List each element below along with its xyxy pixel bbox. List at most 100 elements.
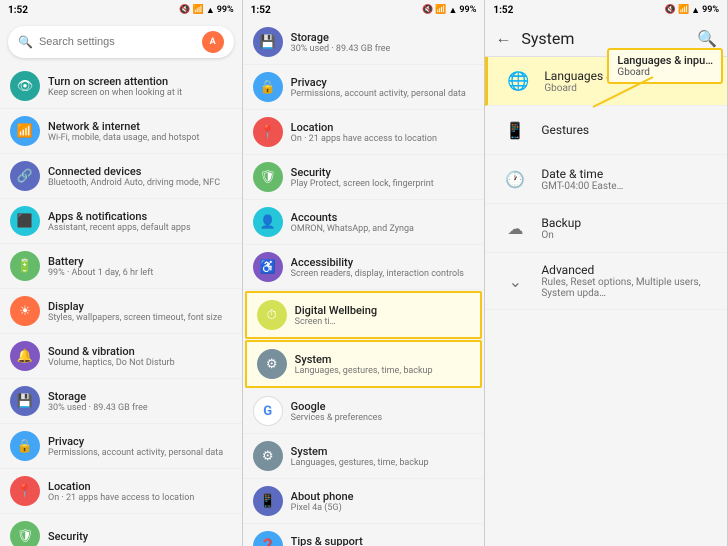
- setting-item-apps[interactable]: ⬛ Apps & notifications Assistant, recent…: [0, 199, 242, 244]
- title-screen-attention: Turn on screen attention: [48, 75, 232, 88]
- setting-item2-privacy2[interactable]: 🔒 Privacy Permissions, account activity,…: [243, 65, 485, 110]
- icon2-location2: 📍: [253, 117, 283, 147]
- status-bar-1: 1:52 🔇 📶 ▲ 99%: [0, 0, 242, 20]
- subtitle-storage: 30% used · 89.43 GB free: [48, 403, 232, 413]
- setting-item-screen-attention[interactable]: 👁 Turn on screen attention Keep screen o…: [0, 64, 242, 109]
- setting-item-display[interactable]: ☀ Display Styles, wallpapers, screen tim…: [0, 289, 242, 334]
- subtitle2-google: Services & preferences: [291, 413, 475, 423]
- subtitle-battery: 99% · About 1 day, 6 hr left: [48, 268, 232, 278]
- signal-icon-2: 📶: [435, 5, 446, 15]
- setting-item-connected-devices[interactable]: 🔗 Connected devices Bluetooth, Android A…: [0, 154, 242, 199]
- system-title-gestures: Gestures: [541, 123, 711, 137]
- text2-privacy2: Privacy Permissions, account activity, p…: [291, 76, 475, 99]
- system-list: 🌐 Languages & input Gboard 📱 Gestures 🕐 …: [485, 57, 727, 546]
- title2-security2: Security: [291, 166, 475, 179]
- system-item-languages[interactable]: 🌐 Languages & input Gboard: [485, 57, 727, 106]
- back-button[interactable]: ←: [495, 28, 511, 48]
- panel-3: 1:52 🔇 📶 ▲ 99% ← System 🔍 🌐 Languages & …: [485, 0, 728, 546]
- system-subtitle-datetime: GMT-04:00 Easte…: [541, 181, 711, 192]
- battery-icon-2: 99%: [459, 5, 476, 15]
- wifi-icon: ▲: [206, 5, 215, 16]
- system-item-gestures[interactable]: 📱 Gestures: [485, 106, 727, 155]
- icon-network: 📶: [10, 116, 40, 146]
- system-title-datetime: Date & time: [541, 167, 711, 181]
- setting-item2-storage2[interactable]: 💾 Storage 30% used · 89.43 GB free: [243, 20, 485, 65]
- text2-about: About phone Pixel 4a (5G): [291, 490, 475, 513]
- system-icon-languages: 🌐: [504, 67, 532, 95]
- icon-privacy: 🔒: [10, 431, 40, 461]
- setting-item2-accessibility[interactable]: ♿ Accessibility Screen readers, display,…: [243, 245, 485, 290]
- subtitle2-storage2: 30% used · 89.43 GB free: [291, 44, 475, 54]
- system-item-backup[interactable]: ☁ Backup On: [485, 204, 727, 253]
- setting-item-network[interactable]: 📶 Network & internet Wi‑Fi, mobile, data…: [0, 109, 242, 154]
- text-battery: Battery 99% · About 1 day, 6 hr left: [48, 255, 232, 278]
- subtitle2-system2: Languages, gestures, time, backup: [291, 458, 475, 468]
- icon-connected-devices: 🔗: [10, 161, 40, 191]
- title-security: Security: [48, 530, 232, 543]
- setting-item2-system-highlight[interactable]: ⚙ System Languages, gestures, time, back…: [245, 340, 483, 388]
- title2-accounts: Accounts: [291, 211, 475, 224]
- setting-item2-security2[interactable]: 🛡 Security Play Protect, screen lock, fi…: [243, 155, 485, 200]
- system-item-advanced[interactable]: ⌄ Advanced Rules, Reset options, Multipl…: [485, 253, 727, 310]
- text-location: Location On · 21 apps have access to loc…: [48, 480, 232, 503]
- text2-system-highlight: System Languages, gestures, time, backup: [295, 353, 471, 376]
- setting-item2-system2[interactable]: ⚙ System Languages, gestures, time, back…: [243, 434, 485, 479]
- setting-item-battery[interactable]: 🔋 Battery 99% · About 1 day, 6 hr left: [0, 244, 242, 289]
- search-input-1[interactable]: [39, 36, 202, 48]
- status-icons-1: 🔇 📶 ▲ 99%: [179, 5, 233, 16]
- setting-item2-google[interactable]: G Google Services & preferences: [243, 389, 485, 434]
- system-subtitle-languages: Gboard: [544, 83, 711, 94]
- text2-tips: Tips & support Help articles, phone & ch…: [291, 535, 475, 546]
- system-title-backup: Backup: [541, 216, 711, 230]
- setting-item2-accounts[interactable]: 👤 Accounts OMRON, WhatsApp, and Zynga: [243, 200, 485, 245]
- icon2-accounts: 👤: [253, 207, 283, 237]
- title-apps: Apps & notifications: [48, 210, 232, 223]
- system-item-datetime[interactable]: 🕐 Date & time GMT-04:00 Easte…: [485, 155, 727, 204]
- setting-item-storage[interactable]: 💾 Storage 30% used · 89.43 GB free: [0, 379, 242, 424]
- system-text-languages: Languages & input Gboard: [544, 69, 711, 94]
- subtitle2-accessibility: Screen readers, display, interaction con…: [291, 269, 475, 279]
- text2-digital-wellbeing: Digital Wellbeing Screen ti…: [295, 304, 471, 327]
- mute-icon-2: 🔇: [422, 5, 433, 15]
- subtitle2-privacy2: Permissions, account activity, personal …: [291, 89, 475, 99]
- title-display: Display: [48, 300, 232, 313]
- mute-icon-3: 🔇: [665, 5, 676, 15]
- system-icon-advanced: ⌄: [501, 267, 529, 295]
- settings-list-2: 💾 Storage 30% used · 89.43 GB free 🔒 Pri…: [243, 20, 485, 546]
- search-bar-1[interactable]: 🔍 A: [8, 26, 234, 58]
- title-sound: Sound & vibration: [48, 345, 232, 358]
- icon-battery: 🔋: [10, 251, 40, 281]
- setting-item-security[interactable]: 🛡 Security: [0, 514, 242, 546]
- text-display: Display Styles, wallpapers, screen timeo…: [48, 300, 232, 323]
- setting-item2-location2[interactable]: 📍 Location On · 21 apps have access to l…: [243, 110, 485, 155]
- subtitle-screen-attention: Keep screen on when looking at it: [48, 88, 232, 98]
- subtitle-connected-devices: Bluetooth, Android Auto, driving mode, N…: [48, 178, 232, 188]
- title2-location2: Location: [291, 121, 475, 134]
- wifi-icon-3: ▲: [691, 5, 700, 16]
- setting-item-location[interactable]: 📍 Location On · 21 apps have access to l…: [0, 469, 242, 514]
- text-network: Network & internet Wi‑Fi, mobile, data u…: [48, 120, 232, 143]
- mute-icon: 🔇: [179, 5, 190, 15]
- icon-display: ☀: [10, 296, 40, 326]
- icon2-tips: ❓: [253, 531, 283, 546]
- panel3-header: ← System 🔍: [485, 20, 727, 57]
- title2-google: Google: [291, 400, 475, 413]
- setting-item-privacy[interactable]: 🔒 Privacy Permissions, account activity,…: [0, 424, 242, 469]
- setting-item2-digital-wellbeing[interactable]: ⏱ Digital Wellbeing Screen ti…: [245, 291, 483, 339]
- text2-storage2: Storage 30% used · 89.43 GB free: [291, 31, 475, 54]
- battery-icon: 99%: [217, 5, 234, 15]
- search-icon-3[interactable]: 🔍: [697, 29, 717, 48]
- wifi-icon-2: ▲: [448, 5, 457, 16]
- setting-item2-tips[interactable]: ❓ Tips & support Help articles, phone & …: [243, 524, 485, 546]
- avatar-1[interactable]: A: [202, 31, 224, 53]
- title2-system2: System: [291, 445, 475, 458]
- setting-item-sound[interactable]: 🔔 Sound & vibration Volume, haptics, Do …: [0, 334, 242, 379]
- status-bar-3: 1:52 🔇 📶 ▲ 99%: [485, 0, 727, 20]
- subtitle2-system-highlight: Languages, gestures, time, backup: [295, 366, 471, 376]
- icon-screen-attention: 👁: [10, 71, 40, 101]
- system-icon-datetime: 🕐: [501, 165, 529, 193]
- setting-item2-about[interactable]: 📱 About phone Pixel 4a (5G): [243, 479, 485, 524]
- system-title-languages: Languages & input: [544, 69, 711, 83]
- title-network: Network & internet: [48, 120, 232, 133]
- subtitle2-location2: On · 21 apps have access to location: [291, 134, 475, 144]
